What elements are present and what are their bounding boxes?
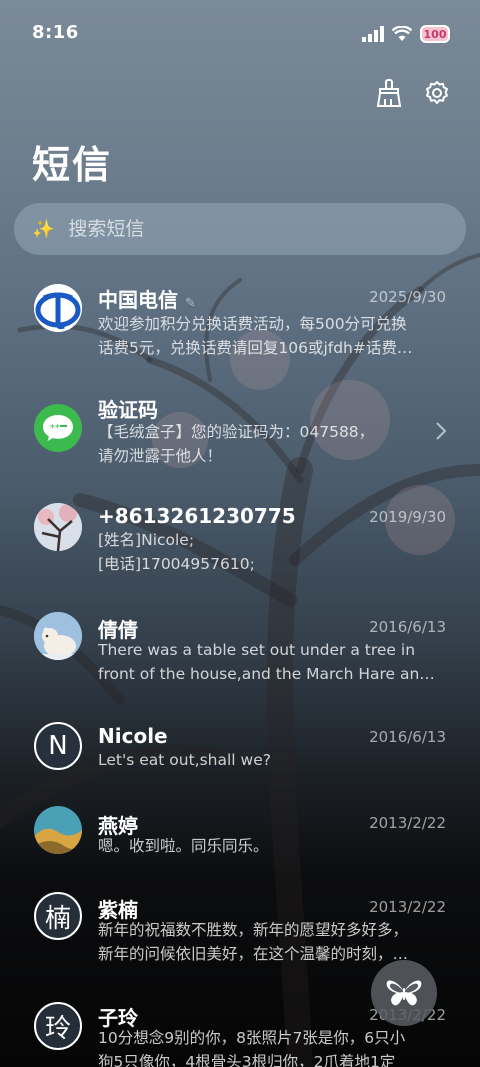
sparkle-icon: ✨ <box>32 218 55 240</box>
sms-code-avatar: ** <box>34 404 82 452</box>
message-date: 2016/6/13 <box>369 728 446 746</box>
conversation-item[interactable]: 倩倩 2016/6/13 There was a table set out u… <box>0 610 480 710</box>
polar-bear-avatar <box>34 612 82 660</box>
conversation-item[interactable]: 燕婷 2013/2/22 嗯。收到啦。同乐同乐。 <box>0 806 480 906</box>
signal-icon <box>362 26 384 42</box>
message-date: 2019/9/30 <box>369 508 446 526</box>
tree-photo-avatar <box>34 503 82 551</box>
letter-avatar: 楠 <box>34 892 82 940</box>
search-input[interactable] <box>68 218 429 240</box>
contact-name: 中国电信 ✎ <box>98 288 196 312</box>
status-icons: 100 <box>362 22 450 46</box>
contact-name: 验证码 <box>98 398 158 422</box>
message-preview: Let's eat out,shall we? <box>98 751 271 769</box>
china-telecom-avatar <box>34 284 82 332</box>
floating-action-button[interactable] <box>371 960 437 1026</box>
conversation-item[interactable]: N Nicole 2016/6/13 Let's eat out,shall w… <box>0 720 480 820</box>
landscape-photo-icon <box>34 806 82 854</box>
top-actions <box>374 78 452 108</box>
contact-name: +8613261230775 <box>98 504 296 528</box>
tree-photo-icon <box>34 503 82 551</box>
conversation-item[interactable]: 中国电信 ✎ 2025/9/30 欢迎参加积分兑换话费活动，每500分可兑换 话… <box>0 280 480 380</box>
gear-icon <box>426 81 448 104</box>
message-preview: 10分想念9别的你，8张照片7张是你，6只小 狗5只像你，4根骨头3根归你，2爪… <box>98 1029 406 1067</box>
clean-button[interactable] <box>374 78 404 108</box>
butterfly-icon <box>386 980 422 1006</box>
edit-pencil-icon: ✎ <box>184 296 196 311</box>
message-date: 2013/2/22 <box>369 898 446 916</box>
svg-text:**: ** <box>50 423 60 434</box>
chat-bubble-icon: ** <box>43 415 73 441</box>
message-preview: [姓名]Nicole; [电话]17004957610; <box>98 531 255 573</box>
message-date: 2013/2/22 <box>369 814 446 832</box>
message-date: 2016/6/13 <box>369 618 446 636</box>
chevron-right-icon <box>436 422 446 440</box>
conversation-item[interactable]: ** 验证码 【毛绒盒子】您的验证码为：047588， 请勿泄露于他人！ <box>0 390 480 490</box>
message-preview: There was a table set out under a tree i… <box>98 641 435 683</box>
settings-button[interactable] <box>422 78 452 108</box>
conversation-item[interactable]: +8613261230775 2019/9/30 [姓名]Nicole; [电话… <box>0 500 480 600</box>
search-bar[interactable]: ✨ <box>14 203 466 255</box>
message-preview: 新年的祝福数不胜数，新年的愿望好多好多， 新年的问候依旧美好，在这个温馨的时刻，… <box>98 921 409 963</box>
china-telecom-logo-icon <box>34 284 82 332</box>
page-title: 短信 <box>32 143 113 187</box>
wifi-icon <box>392 26 412 41</box>
message-preview: 嗯。收到啦。同乐同乐。 <box>98 837 269 855</box>
status-bar: 8:16 100 <box>0 0 480 68</box>
landscape-avatar <box>34 806 82 854</box>
polar-bear-icon <box>34 612 82 660</box>
message-date: 2025/9/30 <box>369 288 446 306</box>
contact-name: Nicole <box>98 724 168 748</box>
message-preview: 欢迎参加积分兑换话费活动，每500分可兑换 话费5元，兑换话费请回复106或jf… <box>98 315 413 357</box>
message-preview: 【毛绒盒子】您的验证码为：047588， 请勿泄露于他人！ <box>98 423 375 465</box>
broom-icon <box>376 79 402 107</box>
status-time: 8:16 <box>32 22 79 43</box>
letter-avatar: 玲 <box>34 1002 82 1050</box>
letter-avatar: N <box>34 722 82 770</box>
battery-indicator: 100 <box>420 25 450 43</box>
